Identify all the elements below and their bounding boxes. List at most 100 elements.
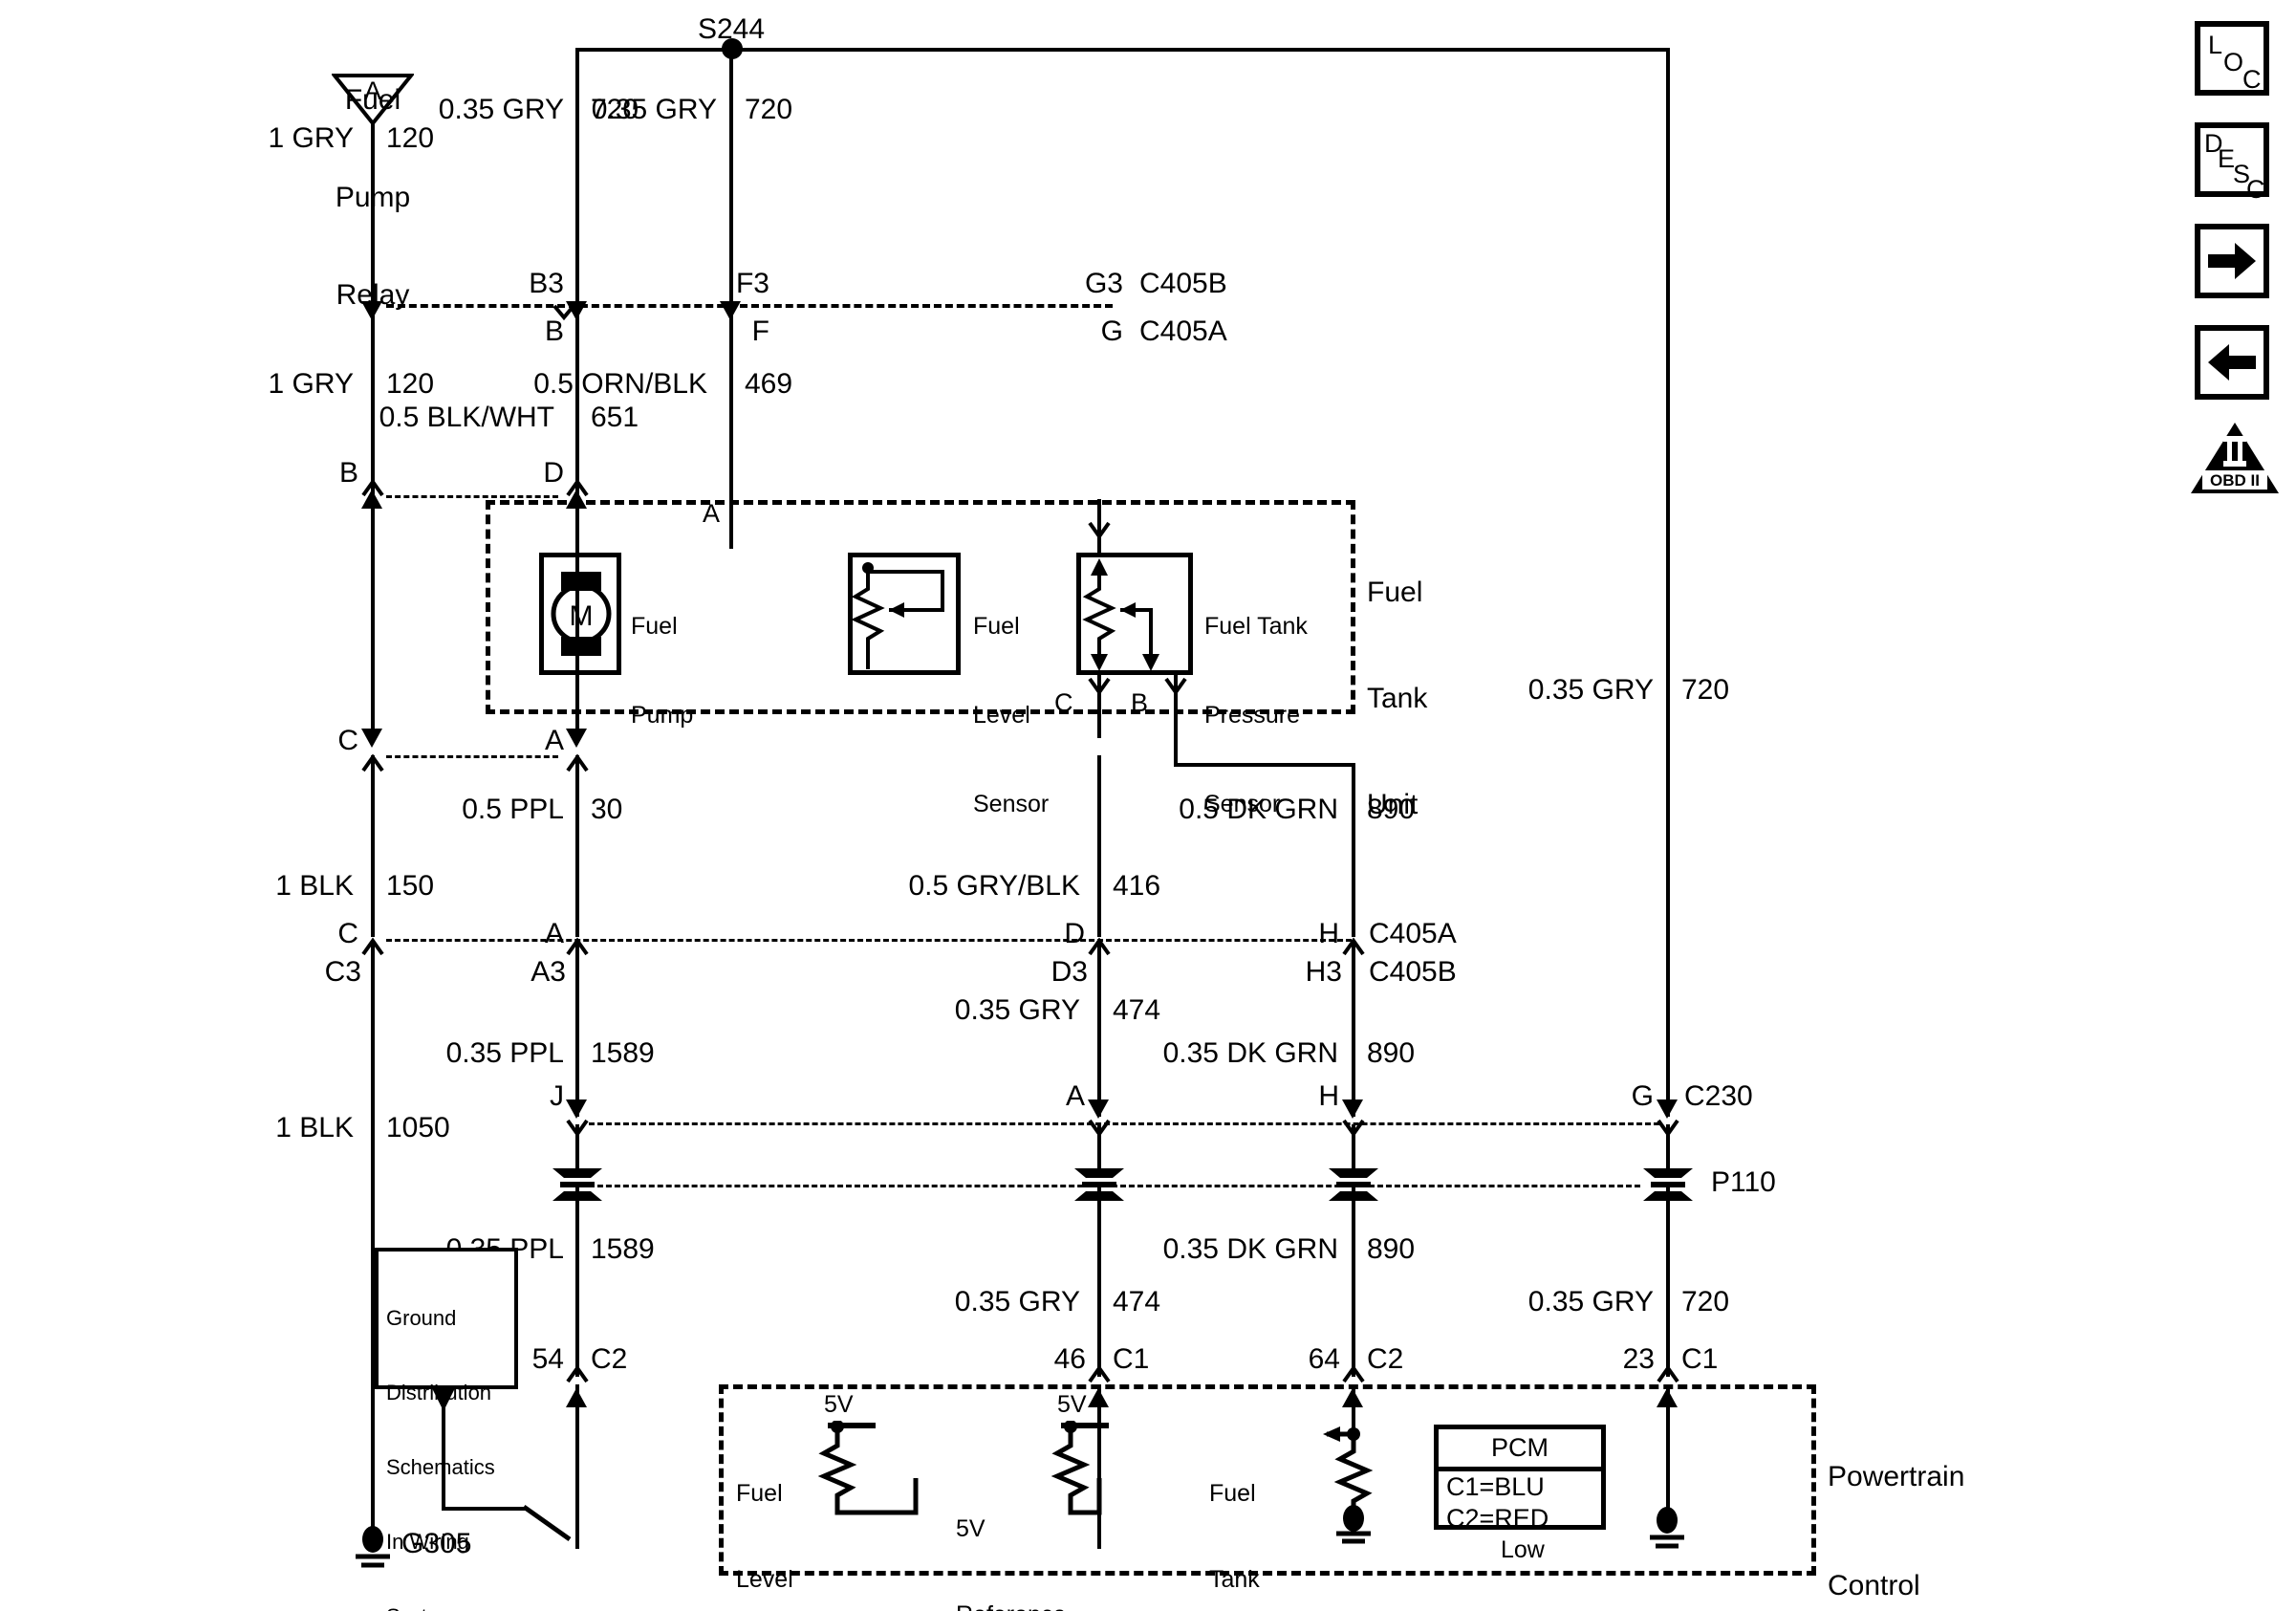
connector-c405a-top-label: C405A (1139, 316, 1227, 347)
wire-120-spec-top: 1 GRY (268, 122, 355, 154)
ftp-chevron-b (1164, 677, 1187, 698)
connector-c405b-top-label: C405B (1139, 268, 1227, 299)
connector-c405-lower-dashline (386, 939, 1352, 942)
tank-terminal-d-label: D (543, 457, 564, 489)
pcm-chevron-46 (1088, 1362, 1111, 1383)
pcm-fuel-level-signal-label: Fuel Level Sensor Signal (736, 1422, 812, 1611)
pcm-label-line1: Powertrain (1828, 1461, 1965, 1492)
wire-474-upper-circuit: 474 (1113, 994, 1161, 1026)
pcm-fls-l1: Fuel (736, 1480, 783, 1507)
pcm-label: Powertrain Control Module (PCM) (1828, 1386, 1964, 1611)
tank-exit-a-label: A (544, 725, 564, 756)
pcm-legend-row1: C1=BLU (1446, 1472, 1545, 1501)
pcm-pin46-arrow (1088, 1388, 1109, 1407)
terminal-b3-label: B3 (529, 268, 564, 299)
fuel-tank-pressure-sensor-potentiometer-icon (1078, 555, 1191, 673)
terminal-f3-label: F3 (735, 268, 769, 299)
wire-890-lower-circuit: 890 (1367, 1233, 1416, 1265)
wire-651-circuit: 651 (591, 402, 639, 433)
desc-button[interactable]: D E S C (2195, 122, 2269, 203)
ground-g305-icon (352, 1526, 394, 1578)
ftp-terminal-b-label: B (1131, 688, 1149, 717)
wiring-diagram-canvas: Fuel Pump Relay A 1 GRY 120 S244 0.35 GR… (0, 0, 2296, 1611)
gdb-l5: Systems (386, 1604, 495, 1611)
ground-distribution-box[interactable]: Ground Distribution Schematics In Wiring… (375, 1248, 518, 1611)
fuel-pump-motor-m: M (570, 600, 594, 632)
fuel-level-sensor-label: Fuel Level Sensor (973, 553, 1049, 879)
wire-890-lower-spec: 0.35 DK GRN (1162, 1233, 1338, 1265)
wire-120-segment-top (371, 122, 375, 318)
wire-890-mid-segment (1352, 943, 1355, 1117)
fuel-pump-label: Fuel Pump (631, 553, 693, 790)
pcm-ftp-signal-label: Fuel Tank Pressure Sensor Signal (1209, 1422, 1305, 1611)
ftps-label-line2: Pressure (1204, 702, 1301, 729)
wire-fuel-pump-feed (371, 499, 375, 738)
wire-1589-upper-segment (575, 943, 579, 1117)
pcm-connector-color-legend: PCM C1=BLU C2=RED (1434, 1425, 1606, 1533)
wire-890-upper-spec: 0.5 DK GRN (1179, 794, 1338, 825)
next-arrow-button[interactable] (2195, 224, 2269, 298)
pcm-pin-64-number: 64 (1308, 1343, 1340, 1375)
pcm-pin-23-connector: C1 (1681, 1343, 1719, 1375)
wire-890-jog (1174, 763, 1355, 767)
gdb-l1: Ground (386, 1306, 457, 1330)
fls-label-line3: Sensor (973, 791, 1050, 817)
pcm-ftps-l2: Tank (1209, 1566, 1260, 1593)
loc-letter-3: C (2242, 65, 2262, 94)
wire-1050-to-g305 (371, 1189, 375, 1535)
wire-720-right-circuit: 720 (1681, 674, 1730, 706)
terminal-h-c230: H (1318, 1080, 1339, 1112)
pcm-5v-label-a: 5V (824, 1391, 854, 1418)
ftps-label-line1: Fuel Tank (1204, 613, 1308, 640)
terminal-g3-label: G3 (1084, 268, 1123, 299)
left-arrow-icon (2208, 344, 2256, 381)
ground-pointer-diagonal (522, 1501, 589, 1547)
fuel-pump-label-line2: Pump (631, 702, 694, 729)
tank-exit-c-arrow (361, 729, 382, 748)
wire-416-spec: 0.5 GRY/BLK (908, 870, 1080, 902)
wire-720-right-spec: 0.35 GRY (1527, 674, 1654, 706)
loc-button[interactable]: L O C (2195, 21, 2269, 96)
wire-474-upper-spec: 0.35 GRY (954, 994, 1080, 1026)
pcm-lowref-l1: Low (1501, 1536, 1545, 1563)
wire-720-right-arrow (1657, 1099, 1678, 1119)
wire-720-mid-spec: 0.35 GRY (591, 94, 717, 125)
wire-120-circuit-mid: 120 (386, 368, 435, 400)
wire-1589-lower-circuit: 1589 (591, 1233, 655, 1265)
ftu-label-line2: Tank (1367, 683, 1428, 714)
wire-1050-spec: 1 BLK (275, 1112, 354, 1143)
pcm-pin-54-connector: C2 (591, 1343, 628, 1375)
wire-1589-upper-spec: 0.35 PPL (445, 1037, 564, 1069)
obd-ii-button[interactable]: OBD II (2189, 421, 2281, 504)
wire-30-spec: 0.5 PPL (462, 794, 564, 825)
pcm-pulldown-resistor-64-icon (1321, 1425, 1417, 1549)
terminal-a-lower-label: A (544, 918, 564, 949)
pcm-legend-header: PCM (1439, 1429, 1601, 1471)
wire-120-spec-mid: 1 GRY (268, 368, 355, 400)
wire-469-spec: 0.5 ORN/BLK (533, 368, 707, 400)
connector-c405a-lower-label: C405A (1369, 918, 1457, 949)
pcm-pin64-arrow (1342, 1388, 1363, 1407)
terminal-f-label-top: F (751, 316, 769, 347)
tank-top-dashline (386, 495, 558, 498)
wire-150-spec: 1 BLK (275, 870, 354, 902)
previous-arrow-button[interactable] (2195, 325, 2269, 400)
wire-474-lower-circuit: 474 (1113, 1286, 1161, 1317)
ftp-terminal-c-label: C (1054, 688, 1073, 717)
wire-1589-upper-circuit: 1589 (591, 1037, 655, 1069)
wire-474-lower-segment (1097, 1186, 1101, 1377)
wire-651-spec: 0.5 BLK/WHT (379, 402, 554, 433)
pcm-pin-46-number: 46 (1053, 1343, 1086, 1375)
terminal-c-lower-label: C (337, 918, 358, 949)
pcm-pin-23-number: 23 (1622, 1343, 1655, 1375)
pcm-pin54-arrow (566, 1388, 587, 1407)
wire-890-mid-spec: 0.35 DK GRN (1162, 1037, 1338, 1069)
terminal-a-c230: A (1065, 1080, 1085, 1112)
ftp-chevron-c (1088, 677, 1111, 698)
ftu-label-line1: Fuel (1367, 577, 1423, 608)
fuel-pump-label-line1: Fuel (631, 613, 678, 640)
pcm-chevron-23 (1657, 1362, 1679, 1383)
pcm-low-reference-ground-icon (1646, 1507, 1688, 1558)
wire-890-mid-circuit: 890 (1367, 1037, 1416, 1069)
fls-label-line2: Level (973, 702, 1030, 729)
